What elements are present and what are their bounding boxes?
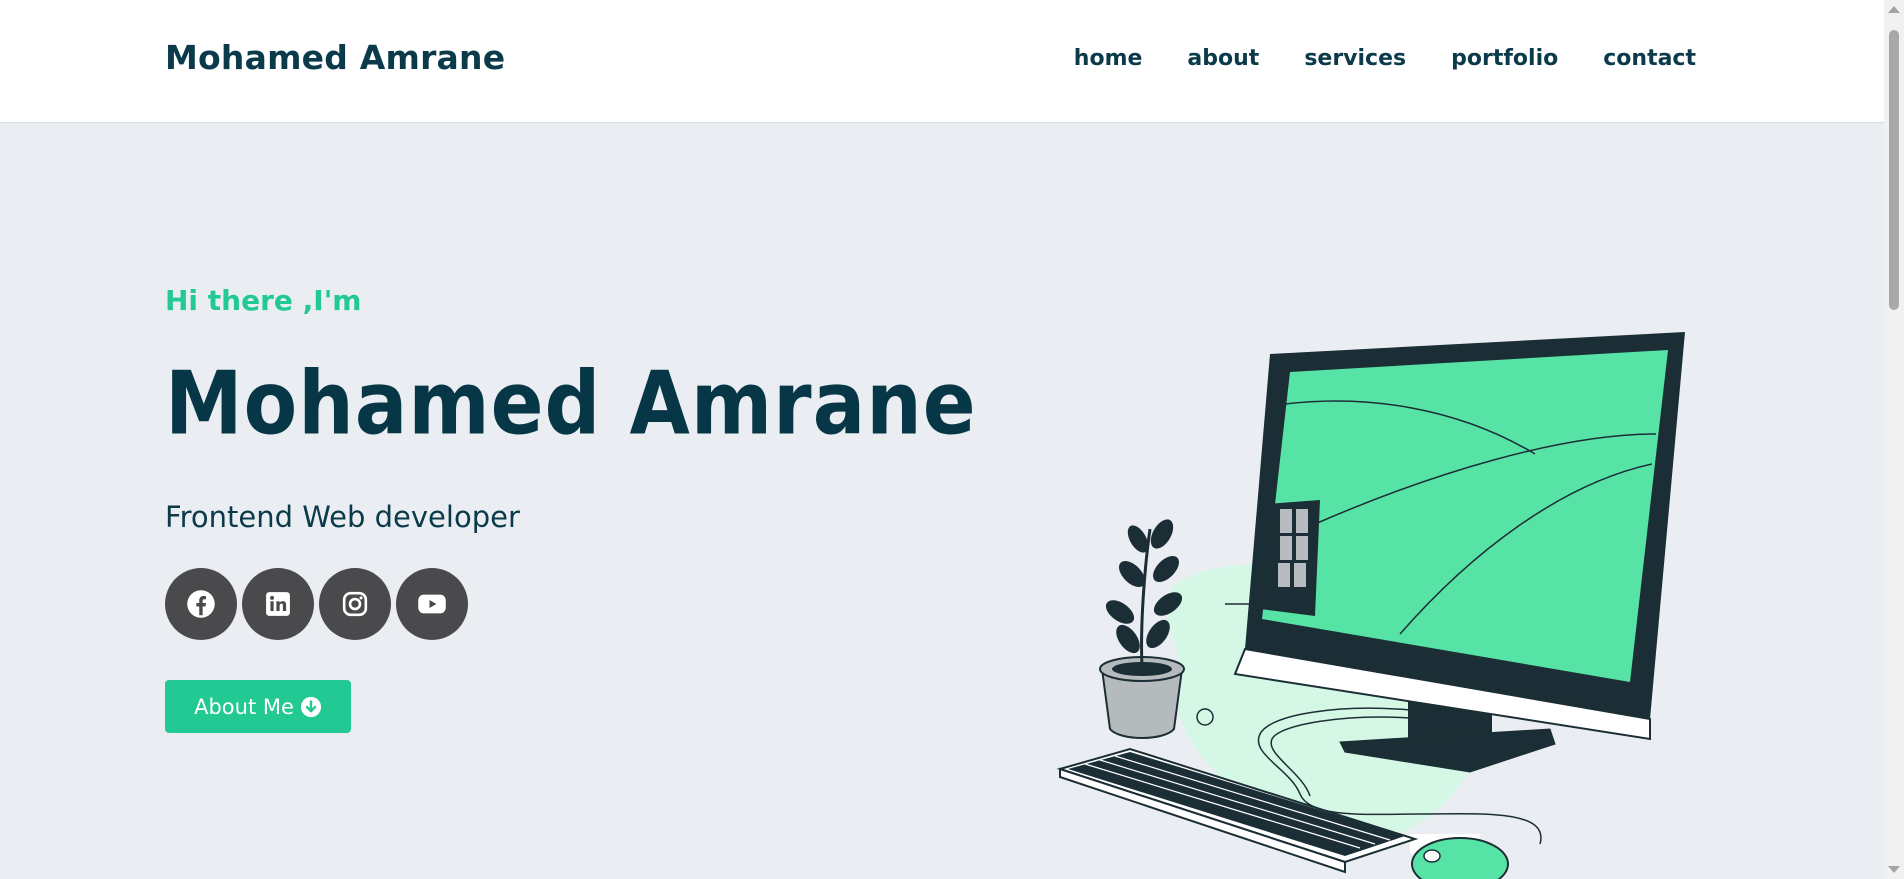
about-me-button[interactable]: About Me [165,680,351,733]
facebook-link[interactable] [165,568,237,640]
about-me-label: About Me [194,694,294,719]
social-links [165,568,468,640]
linkedin-link[interactable] [242,568,314,640]
youtube-link[interactable] [396,568,468,640]
instagram-link[interactable] [319,568,391,640]
youtube-icon [418,594,446,614]
nav-link-contact[interactable]: contact [1603,46,1696,71]
nav-link-home[interactable]: home [1074,46,1143,71]
arrow-down-circle-icon [300,696,321,717]
scrollbar-thumb[interactable] [1889,30,1899,310]
page-scrollbar[interactable] [1884,0,1904,879]
scroll-down-arrow-icon[interactable] [1888,866,1900,873]
facebook-icon [187,590,215,618]
computer-desk-illustration [1056,332,1685,879]
hero-role: Frontend Web developer [165,500,520,534]
instagram-icon [342,591,368,617]
hero-greeting: Hi there ,I'm [165,284,362,317]
nav-link-portfolio[interactable]: portfolio [1451,46,1558,71]
hero-section: Hi there ,I'm Mohamed Amrane Frontend We… [0,124,1884,879]
nav-link-services[interactable]: services [1304,46,1406,71]
site-header: Mohamed Amrane home about services portf… [0,0,1884,123]
linkedin-icon [266,592,290,616]
nav-link-about[interactable]: about [1187,46,1259,71]
hero-name: Mohamed Amrane [165,354,977,455]
scroll-up-arrow-icon[interactable] [1888,6,1900,13]
site-brand[interactable]: Mohamed Amrane [165,38,505,77]
main-nav: home about services portfolio contact [1074,46,1696,71]
